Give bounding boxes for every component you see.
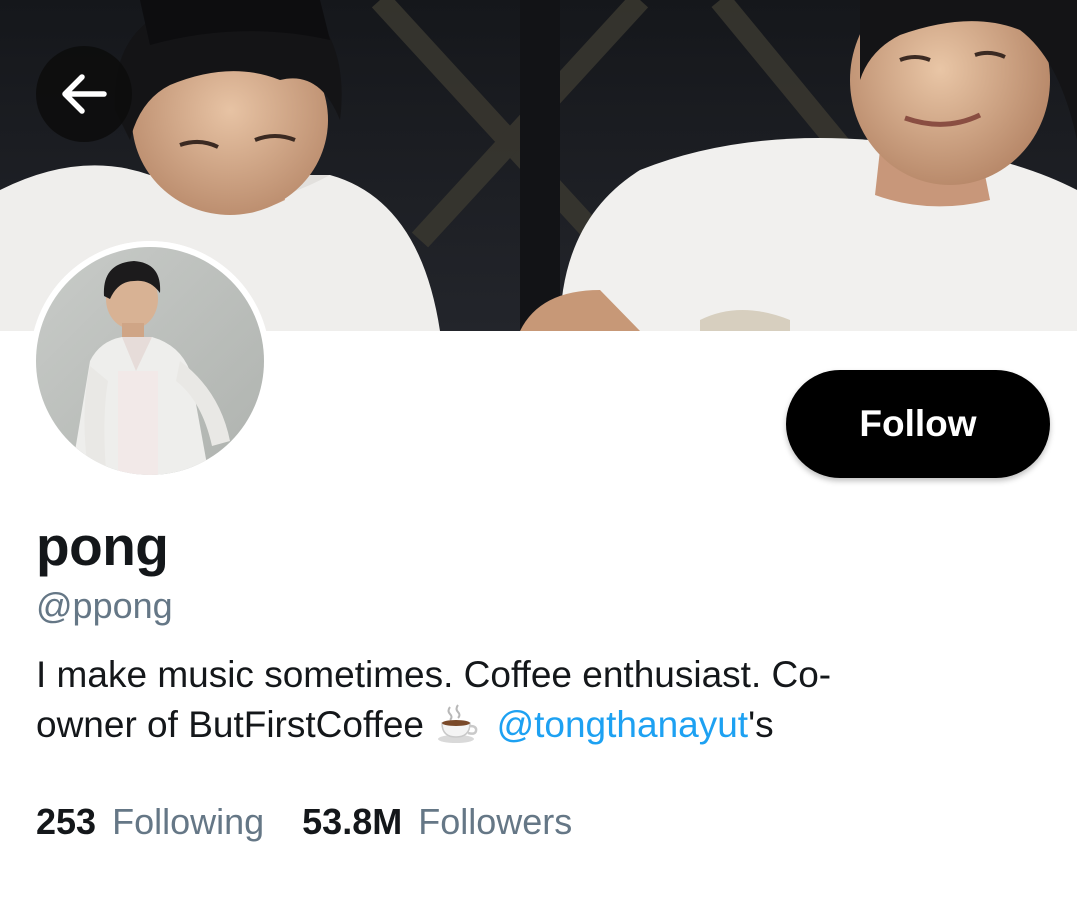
profile-avatar[interactable] bbox=[30, 241, 270, 481]
following-link[interactable]: 253 Following bbox=[36, 800, 264, 844]
display-name: pong bbox=[36, 515, 169, 577]
bio-line-1: I make music sometimes. Coffee enthusias… bbox=[36, 654, 832, 695]
bio-suffix: 's bbox=[748, 704, 774, 745]
back-button[interactable] bbox=[36, 46, 132, 142]
followers-label: Followers bbox=[418, 801, 573, 842]
followers-link[interactable]: 53.8M Followers bbox=[302, 800, 572, 844]
following-label: Following bbox=[112, 801, 265, 842]
following-count: 253 bbox=[36, 801, 97, 842]
username-handle: @ppong bbox=[36, 585, 173, 626]
arrow-left-icon bbox=[62, 74, 107, 114]
followers-count: 53.8M bbox=[302, 801, 403, 842]
bio-line-2: owner of ButFirstCoffee @tongthanayut's bbox=[36, 700, 996, 758]
bio-mention-link[interactable]: @tongthanayut bbox=[497, 704, 749, 745]
coffee-cup-icon bbox=[436, 701, 480, 758]
bio-text: owner of ButFirstCoffee bbox=[36, 704, 424, 745]
profile-stats: 253 Following 53.8M Followers bbox=[36, 800, 610, 844]
profile-bio: I make music sometimes. Coffee enthusias… bbox=[36, 650, 996, 758]
follow-button[interactable]: Follow bbox=[786, 370, 1050, 478]
